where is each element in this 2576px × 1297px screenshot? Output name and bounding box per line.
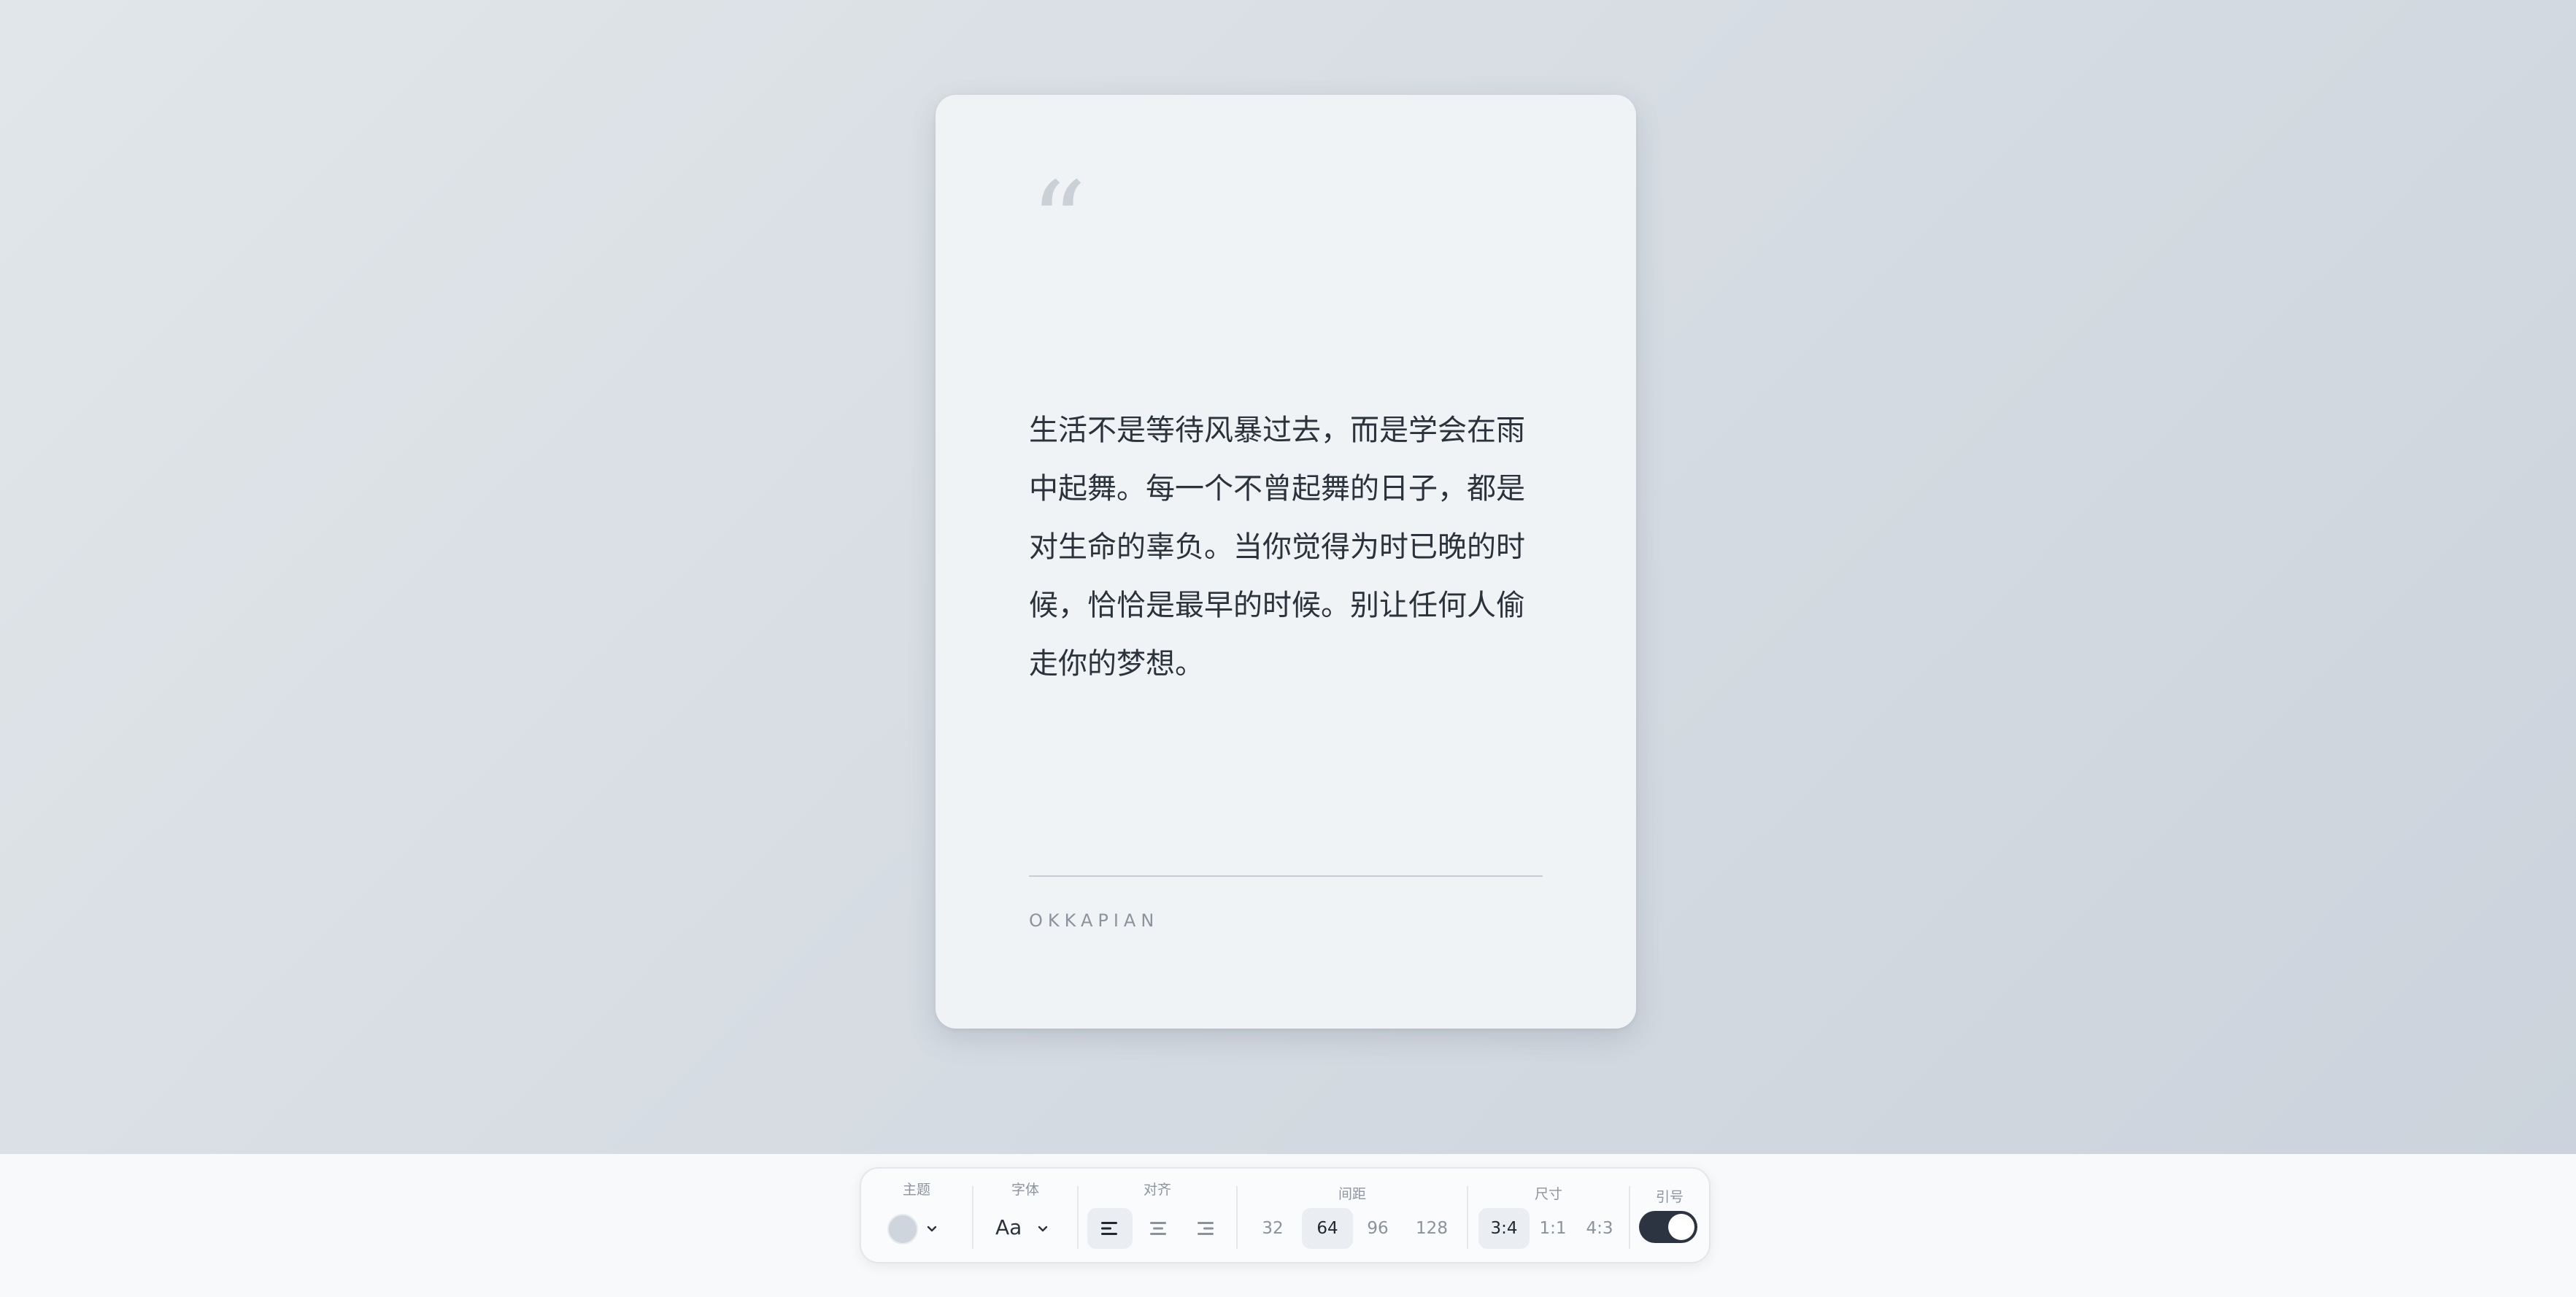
- divider: [1029, 875, 1543, 877]
- size-option-3-4[interactable]: 3:4: [1478, 1208, 1530, 1249]
- spacing-option-96[interactable]: 96: [1354, 1208, 1401, 1249]
- chevron-down-icon: [1038, 1226, 1048, 1232]
- theme-swatch: [887, 1214, 918, 1244]
- canvas-background: “ 生活不是等待风暴过去，而是学会在雨中起舞。每一个不曾起舞的日子，都是对生命的…: [0, 0, 2576, 1154]
- font-group: 字体 Aa: [973, 1169, 1077, 1262]
- size-option-1-1[interactable]: 1:1: [1531, 1208, 1575, 1249]
- spacing-label: 间距: [1338, 1186, 1366, 1202]
- size-label: 尺寸: [1534, 1186, 1562, 1202]
- size-option-4-3[interactable]: 4:3: [1576, 1208, 1623, 1249]
- align-group: 对齐: [1079, 1169, 1236, 1262]
- font-value: Aa: [995, 1215, 1022, 1239]
- align-center-button[interactable]: [1135, 1208, 1181, 1249]
- spacing-group: 间距 32 64 96 128: [1238, 1169, 1467, 1262]
- quote-toggle-group: 引号: [1630, 1169, 1709, 1262]
- spacing-option-128[interactable]: 128: [1403, 1208, 1461, 1249]
- quote-mark-icon: “: [1030, 159, 1087, 286]
- size-group: 尺寸 3:4 1:1 4:3: [1468, 1169, 1629, 1262]
- font-label: 字体: [1011, 1182, 1039, 1198]
- quote-toggle-label: 引号: [1655, 1189, 1684, 1205]
- align-right-button[interactable]: [1182, 1208, 1227, 1249]
- align-center-icon: [1150, 1222, 1166, 1235]
- align-right-icon: [1198, 1222, 1214, 1235]
- toggle-knob: [1668, 1214, 1694, 1240]
- spacing-option-32[interactable]: 32: [1252, 1208, 1293, 1249]
- font-picker[interactable]: Aa: [995, 1209, 1060, 1247]
- quote-card: “ 生活不是等待风暴过去，而是学会在雨中起舞。每一个不曾起舞的日子，都是对生命的…: [936, 95, 1636, 1029]
- style-toolbar: 主题 字体 Aa 对齐 间距 32 64 96 128 尺寸 3:4 1:1 4…: [860, 1167, 1711, 1263]
- align-label: 对齐: [1143, 1182, 1171, 1198]
- quote-toggle-switch[interactable]: [1639, 1211, 1697, 1243]
- align-left-icon: [1101, 1222, 1117, 1235]
- theme-label: 主题: [902, 1182, 930, 1198]
- spacing-option-64[interactable]: 64: [1302, 1208, 1353, 1249]
- quote-text: 生活不是等待风暴过去，而是学会在雨中起舞。每一个不曾起舞的日子，都是对生命的辜负…: [1029, 414, 1525, 681]
- theme-group: 主题: [861, 1169, 972, 1262]
- theme-picker[interactable]: [886, 1211, 944, 1246]
- author-name: OKKAPIAN: [1029, 910, 1160, 931]
- align-left-button[interactable]: [1087, 1208, 1133, 1249]
- chevron-down-icon: [927, 1226, 937, 1232]
